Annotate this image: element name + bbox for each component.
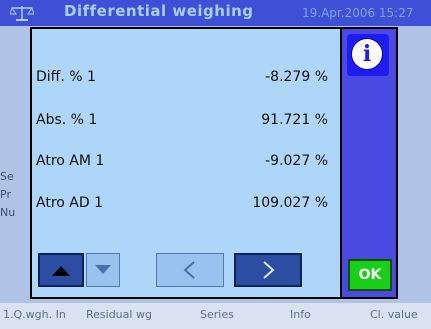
softkey-clear-value[interactable]: Cl. value bbox=[370, 308, 418, 321]
dialog-sidebar: i OK bbox=[342, 29, 396, 297]
info-icon: i bbox=[351, 38, 383, 70]
background-label: Nu bbox=[0, 206, 16, 219]
softkey-bar: 1.Q.wgh. In Residual wg Series Info Cl. … bbox=[0, 303, 431, 329]
window-title: Differential weighing bbox=[64, 2, 254, 20]
result-row: Atro AD 1 109.027 % bbox=[36, 195, 336, 219]
background-label: Se bbox=[0, 170, 14, 183]
results-panel: Diff. % 1 -8.279 % Abs. % 1 91.721 % Atr… bbox=[32, 29, 340, 297]
result-label: Atro AM 1 bbox=[36, 153, 105, 169]
result-label: Abs. % 1 bbox=[36, 112, 98, 128]
result-value: -8.279 % bbox=[265, 69, 328, 85]
background-labels: Se Pr Nu bbox=[0, 168, 15, 222]
softkey-info[interactable]: Info bbox=[290, 308, 311, 321]
ok-button[interactable]: OK bbox=[348, 259, 392, 291]
arrow-up-icon bbox=[40, 255, 82, 285]
result-label: Atro AD 1 bbox=[36, 195, 103, 211]
softkey-series[interactable]: Series bbox=[200, 308, 234, 321]
next-button[interactable] bbox=[234, 253, 302, 287]
previous-button[interactable] bbox=[156, 253, 224, 287]
result-value: -9.027 % bbox=[265, 153, 328, 169]
balance-icon bbox=[9, 3, 35, 23]
softkey-residual-weighing[interactable]: Residual wg bbox=[86, 308, 152, 321]
result-value: 91.721 % bbox=[261, 112, 328, 128]
arrow-right-icon bbox=[236, 255, 300, 285]
datetime: 19.Apr.2006 15:27 bbox=[302, 6, 414, 20]
result-row: Abs. % 1 91.721 % bbox=[36, 112, 336, 136]
result-value: 109.027 % bbox=[252, 195, 328, 211]
background-label: Pr bbox=[0, 188, 11, 201]
scroll-up-button[interactable] bbox=[38, 253, 84, 287]
scroll-down-button[interactable] bbox=[86, 253, 120, 287]
results-dialog: Diff. % 1 -8.279 % Abs. % 1 91.721 % Atr… bbox=[30, 27, 398, 299]
result-row: Atro AM 1 -9.027 % bbox=[36, 153, 336, 177]
title-bar: Differential weighing 19.Apr.2006 15:27 bbox=[0, 0, 431, 26]
info-button[interactable]: i bbox=[347, 34, 389, 76]
softkey-1st-weighing-in[interactable]: 1.Q.wgh. In bbox=[3, 308, 66, 321]
result-row: Diff. % 1 -8.279 % bbox=[36, 69, 336, 93]
result-label: Diff. % 1 bbox=[36, 69, 96, 85]
screen: Differential weighing 19.Apr.2006 15:27 … bbox=[0, 0, 431, 329]
arrow-left-icon bbox=[157, 254, 223, 286]
arrow-down-icon bbox=[87, 254, 119, 286]
